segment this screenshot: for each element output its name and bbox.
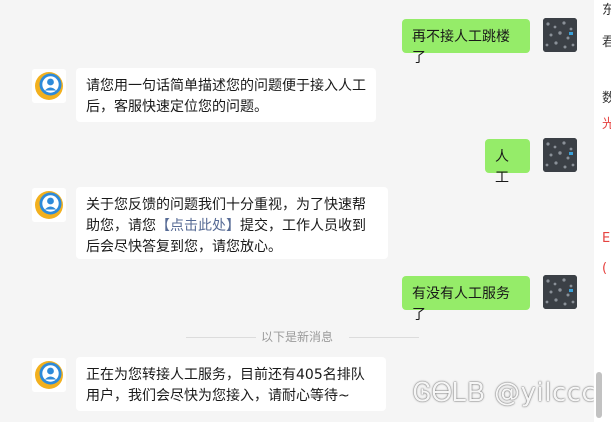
message-text: 有没有人工服务了	[412, 286, 510, 323]
bot-avatar[interactable]	[32, 358, 66, 392]
message-text: 请您用一句话简单描述您的问题便于接入人工后，客服快速定位您的问题。	[86, 78, 366, 115]
customer-service-icon	[32, 188, 66, 222]
customer-service-icon	[32, 69, 66, 103]
new-messages-divider: 以下是新消息	[260, 330, 333, 344]
user-photo-avatar-icon	[543, 138, 577, 172]
message-bubble-outgoing[interactable]: 再不接人工跳楼了	[402, 19, 530, 66]
right-edge-char: 数	[602, 91, 611, 106]
message-bubble-incoming[interactable]: 正在为您转接人工服务，目前还有405名排队用户，我们会尽快为您接入，请耐心等待~	[76, 357, 386, 411]
divider-line-right	[349, 337, 419, 338]
watermark-text: ᎶᎾᏞᏴ @yilccca	[413, 378, 594, 408]
right-edge-char: 光	[602, 117, 611, 132]
user-avatar[interactable]	[543, 18, 577, 52]
right-edge-char: 君	[602, 35, 611, 50]
chat-scrollbar[interactable]	[596, 372, 602, 418]
message-text: 再不接人工跳楼了	[412, 29, 510, 66]
message-bubble-outgoing[interactable]: 人工	[485, 139, 530, 186]
right-edge-char: E	[602, 231, 611, 246]
bot-avatar[interactable]	[32, 188, 66, 222]
chat-window: 再不接人工跳楼了 请您用一句话简单描述您的问题便于接入人工后，客服快速定位您的问…	[0, 0, 594, 422]
message-text: 正在为您转接人工服务，目前还有405名排队用户，我们会尽快为您接入，请耐心等待~	[86, 367, 365, 404]
customer-service-icon	[32, 358, 66, 392]
message-bubble-incoming[interactable]: 关于您反馈的问题我们十分重视，为了快速帮助您，请您【点击此处】提交，工作人员收到…	[76, 187, 388, 259]
user-avatar[interactable]	[543, 138, 577, 172]
message-text: 关于您反馈的问题我们十分重视，为了快速帮助您，请您【点击此处】提交，工作人员收到…	[86, 195, 378, 258]
message-text: 人工	[495, 149, 509, 186]
right-edge-char: (	[602, 261, 608, 276]
right-side-panel	[594, 0, 611, 422]
user-photo-avatar-icon	[543, 18, 577, 52]
message-bubble-outgoing[interactable]: 有没有人工服务了	[402, 276, 530, 323]
user-avatar[interactable]	[543, 275, 577, 309]
user-photo-avatar-icon	[543, 275, 577, 309]
right-edge-char: 东	[602, 3, 611, 18]
bot-avatar[interactable]	[32, 69, 66, 103]
click-here-link[interactable]: 【点击此处】	[156, 218, 240, 234]
message-bubble-incoming[interactable]: 请您用一句话简单描述您的问题便于接入人工后，客服快速定位您的问题。	[76, 68, 376, 122]
